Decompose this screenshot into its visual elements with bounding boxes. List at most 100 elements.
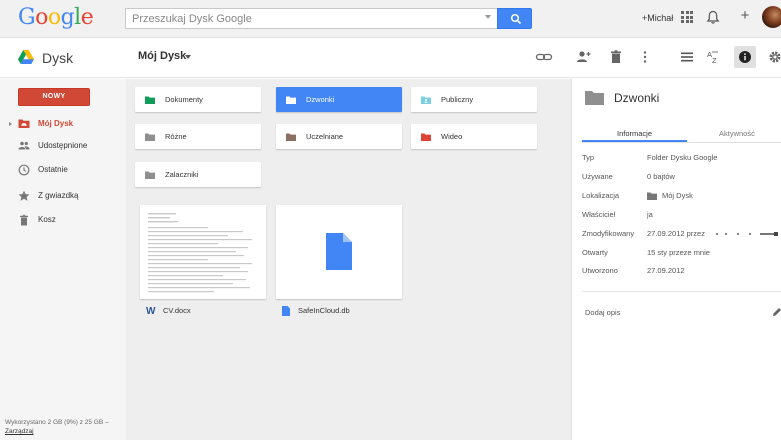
detail-key: Typ [582,153,595,162]
divider [582,142,781,143]
logo-letter: o [35,5,48,30]
tab-information[interactable]: Informacje [617,129,652,138]
storage-info: Wykorzystano 2 GB (9%) z 25 GB – Zarządz… [5,418,121,436]
search-options-caret-icon[interactable] [485,15,491,19]
sidebar: NOWY Mój Dysk Udostępnione Ostatnie Z gw… [0,79,126,440]
folder-label: Zalaczniki [165,170,199,179]
sidebar-item-label: Kosz [38,215,56,224]
tab-activity[interactable]: Aktywność [719,129,755,138]
detail-key: Utworzono [582,266,618,275]
sidebar-item-starred[interactable]: Z gwiazdką [0,186,126,206]
manage-storage-link[interactable]: Zarządzaj [5,428,34,435]
svg-text:Z: Z [712,56,717,65]
detail-row: Używane 0 bajtów [582,172,781,186]
file-grid: Dokumenty Dzwonki Publiczny Różne Uczeln… [126,79,571,440]
document-preview [148,213,252,293]
folder-item[interactable]: Uczelniane [276,124,402,149]
share-plus-icon[interactable]: + [736,7,754,25]
storage-text: Wykorzystano 2 GB (9%) z 25 GB – [5,419,109,426]
logo-letter: g [60,5,75,30]
file-thumbnail[interactable] [276,205,402,299]
file-name[interactable]: CV.docx [163,306,191,315]
notifications-bell-icon[interactable] [706,10,720,25]
delete-trash-icon[interactable] [605,46,627,68]
detail-row: Typ Folder Dysku Google [582,153,781,167]
drive-folder-icon [18,119,30,128]
sidebar-item-recent[interactable]: Ostatnie [0,160,126,180]
breadcrumb-dropdown-icon[interactable] [185,55,191,59]
detail-value: Folder Dysku Google [647,153,718,162]
breadcrumb[interactable]: Mój Dysk [138,50,186,62]
sidebar-item-label: Mój Dysk [38,119,74,128]
folder-item[interactable]: Różne [135,124,261,149]
svg-text:W: W [146,306,156,315]
detail-row: Otwarty 15 sty przeze mnie [582,248,781,262]
folder-item[interactable]: Dzwonki [276,87,402,112]
detail-value: ja [647,210,653,219]
sort-az-icon[interactable]: A Z [703,46,725,68]
detail-key: Otwarty [582,248,608,257]
top-bar: Google +Michał + [0,0,781,38]
trash-icon [20,214,28,226]
folder-label: Wideo [441,132,463,141]
logo-letter: o [47,5,61,30]
logo-letter: e [80,5,94,30]
folder-item[interactable]: Zalaczniki [135,162,261,187]
detail-row: Utworzono 27.09.2012 [582,266,781,280]
people-icon [18,141,30,150]
folder-item[interactable]: Publiczny [411,87,537,112]
detail-key: Używane [582,172,613,181]
edit-pencil-icon[interactable] [772,307,781,317]
list-view-icon[interactable] [676,46,698,68]
search-input[interactable] [126,9,466,29]
folder-label: Dzwonki [306,95,335,104]
share-person-icon[interactable] [573,46,595,68]
toolbar: Dysk Mój Dysk A Z [0,38,781,78]
folder-icon [286,133,296,141]
folder-icon [421,133,431,141]
add-description-field[interactable]: Dodaj opis [585,308,620,317]
search-button[interactable] [497,8,532,29]
detail-value: 0 bajtów [647,172,675,181]
sidebar-item-label: Ostatnie [38,165,68,174]
file-name[interactable]: SafeInCloud.db [298,306,350,315]
folder-item[interactable]: Wideo [411,124,537,149]
expand-arrow-icon[interactable] [9,122,12,126]
settings-gear-icon[interactable] [764,46,781,68]
user-name-link[interactable]: +Michał [642,13,673,23]
get-link-icon[interactable] [533,46,555,68]
sidebar-item-shared[interactable]: Udostępnione [0,136,126,156]
folder-item[interactable]: Dokumenty [135,87,261,112]
sidebar-item-trash[interactable]: Kosz [0,210,126,230]
logo-letter: G [18,5,36,30]
apps-grid-icon[interactable] [681,11,693,23]
details-panel: Dzwonki Informacje Aktywność Typ Folder … [571,79,781,440]
avatar[interactable] [762,6,781,28]
app-name: Dysk [42,50,74,66]
sidebar-item-my-drive[interactable]: Mój Dysk [0,114,126,134]
detail-key: Lokalizacja [582,191,620,200]
details-info-icon[interactable] [734,46,756,68]
new-button[interactable]: NOWY [18,88,90,106]
folder-label: Różne [165,132,187,141]
search-icon [510,13,522,25]
folder-icon [647,192,657,200]
sidebar-item-label: Z gwiazdką [38,191,79,200]
detail-row: Zmodyfikowany 27.09.2012 przez [582,229,781,243]
folder-icon [286,96,296,104]
folder-icon [145,171,155,179]
redacted-name [716,232,778,236]
detail-key: Właściciel [582,210,616,219]
folder-icon [585,91,604,105]
detail-value: 27.09.2012 [647,266,685,275]
star-icon [18,190,30,201]
file-thumbnail[interactable] [140,205,266,299]
sidebar-item-label: Udostępnione [38,141,88,150]
folder-icon [145,96,155,104]
more-options-icon[interactable] [634,46,656,68]
detail-row: Właściciel ja [582,210,781,224]
generic-file-preview-icon [326,233,352,270]
detail-value: 27.09.2012 przez [647,229,705,238]
google-logo[interactable]: Google [18,5,94,31]
detail-key: Zmodyfikowany [582,229,635,238]
